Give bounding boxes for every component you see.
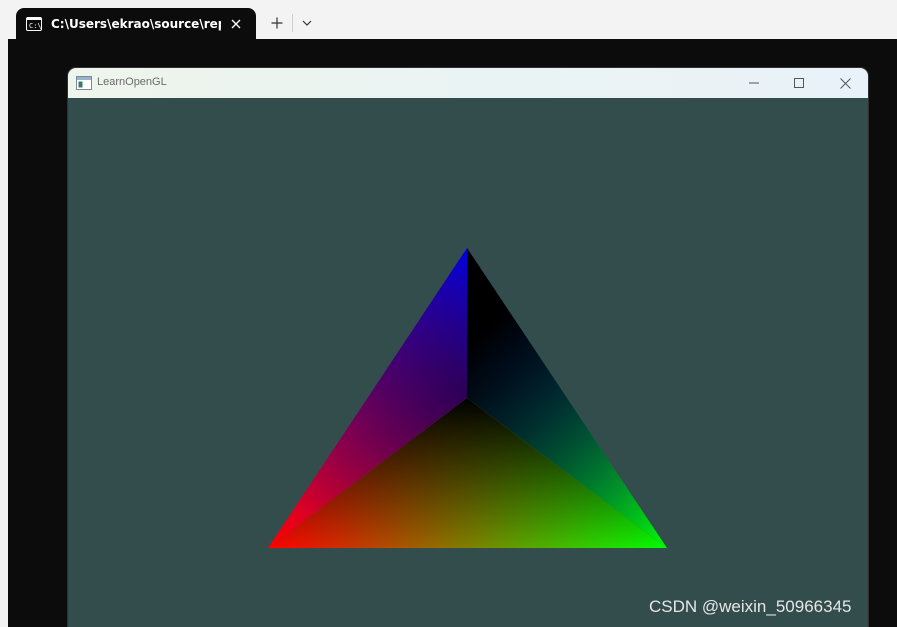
triangle-render [268,248,667,548]
watermark-text: CSDN @weixin_50966345 [649,597,852,616]
tab-title: C:\Users\ekrao\source\repos\ [51,17,221,31]
opengl-window[interactable]: LearnOpenGL [68,68,868,627]
chevron-down-icon [302,20,312,26]
plus-icon [271,17,283,29]
terminal-tab[interactable]: C:\ C:\Users\ekrao\source\repos\ [16,8,256,40]
window-edge [0,39,8,627]
close-icon [839,77,851,89]
close-button[interactable] [822,68,868,98]
svg-text:C:\: C:\ [29,22,42,30]
maximize-icon [794,78,804,88]
minimize-icon [749,82,759,84]
new-tab-button[interactable] [266,12,288,34]
opengl-viewport[interactable] [68,98,868,627]
terminal-icon: C:\ [26,17,42,31]
minimize-button[interactable] [731,68,777,98]
tab-bar: C:\ C:\Users\ekrao\source\repos\ [0,0,897,40]
maximize-button[interactable] [776,68,822,98]
window-app-icon [76,75,92,90]
opengl-titlebar[interactable]: LearnOpenGL [68,68,868,98]
window-title: LearnOpenGL [97,76,167,88]
tab-dropdown-button[interactable] [297,12,317,34]
close-icon[interactable] [228,16,244,32]
tab-divider [292,14,293,32]
